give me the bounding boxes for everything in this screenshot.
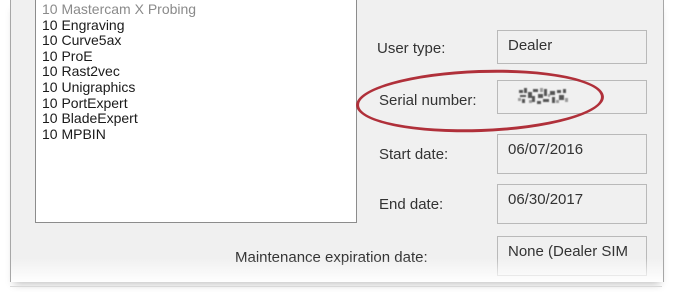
user-type-field[interactable]: Dealer bbox=[497, 30, 647, 64]
list-item[interactable]: 10 Unigraphics bbox=[36, 79, 196, 96]
maintenance-expiration-field[interactable]: None (Dealer SIM bbox=[497, 236, 647, 276]
list-item[interactable]: 10 Curve5ax bbox=[36, 33, 196, 49]
list-item[interactable]: 10 Mastercam X Probing bbox=[36, 1, 196, 18]
end-date-field[interactable]: 06/30/2017 bbox=[497, 184, 647, 224]
license-dialog: 10 Mastercam X Probing 10 Engraving 10 C… bbox=[10, 0, 664, 282]
user-type-label: User type: bbox=[377, 40, 446, 57]
maintenance-expiration-label: Maintenance expiration date: bbox=[235, 249, 428, 266]
end-date-label: End date: bbox=[379, 196, 444, 213]
list-item[interactable]: 10 ProE bbox=[36, 48, 196, 65]
list-item[interactable]: 10 Engraving bbox=[36, 17, 196, 34]
start-date-field[interactable]: 06/07/2016 bbox=[497, 134, 647, 174]
list-item[interactable]: 10 Rast2vec bbox=[36, 64, 196, 80]
divider bbox=[10, 286, 662, 287]
list-item[interactable]: 10 BladeExpert bbox=[36, 111, 196, 127]
list-item[interactable]: 10 MPBIN bbox=[36, 126, 196, 143]
products-listbox[interactable]: 10 Mastercam X Probing 10 Engraving 10 C… bbox=[35, 0, 357, 223]
list-item[interactable]: 10 PortExpert bbox=[36, 95, 196, 112]
screenshot: 10 Mastercam X Probing 10 Engraving 10 C… bbox=[0, 0, 673, 292]
products-list: 10 Mastercam X Probing 10 Engraving 10 C… bbox=[36, 1, 196, 143]
start-date-label: Start date: bbox=[379, 146, 449, 163]
